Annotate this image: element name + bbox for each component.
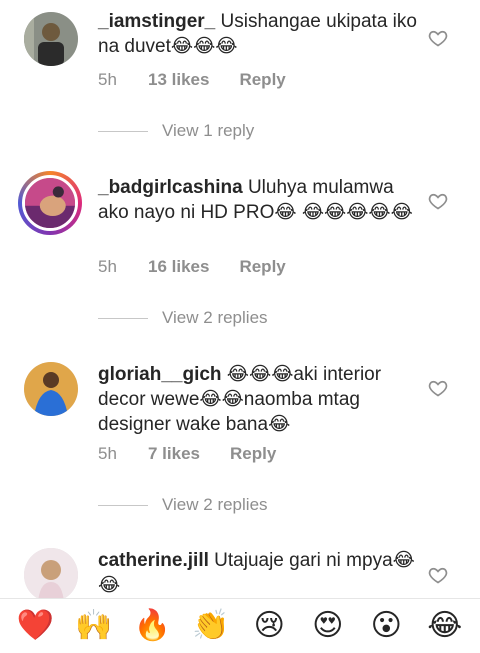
avatar-image [24, 548, 78, 598]
avatar[interactable] [24, 12, 78, 66]
clapping-hands-emoji-button[interactable]: 👏 [189, 604, 233, 648]
thread-line [98, 317, 148, 319]
comment-body: gloriah__gich 😂😂😂aki interior decor wewe… [98, 362, 418, 437]
view-replies-label: View 2 replies [162, 308, 268, 327]
like-heart-icon[interactable] [428, 565, 448, 585]
thread-line [98, 504, 148, 506]
avatar-image [25, 178, 75, 228]
like-heart-icon[interactable] [428, 378, 448, 398]
comment-body: catherine.jill Utajuaje gari ni mpya😂😂 [98, 548, 418, 598]
comment-time: 5h [98, 444, 117, 463]
comment-username[interactable]: _iamstinger_ [98, 11, 215, 32]
comment-username[interactable]: _badgirlcashina [98, 177, 243, 198]
view-replies[interactable]: View 2 replies [98, 308, 268, 328]
comment-meta: 5h 13 likes Reply [98, 70, 286, 90]
comment-likes[interactable]: 7 likes [148, 444, 200, 464]
reply-button[interactable]: Reply [230, 444, 276, 464]
comment-meta: 5h 16 likes Reply [98, 257, 286, 277]
comment-time: 5h [98, 70, 117, 89]
comment-body: _badgirlcashina Uluhya mulamwa ako nayo … [98, 175, 418, 225]
raising-hands-emoji-button[interactable]: 🙌 [72, 604, 116, 648]
comment-body: _iamstinger_ Usishangae ukipata iko na d… [98, 9, 418, 59]
like-heart-icon[interactable] [428, 191, 448, 211]
comment-meta: 5h 7 likes Reply [98, 444, 276, 464]
comments-list: _iamstinger_ Usishangae ukipata iko na d… [0, 0, 480, 598]
red-heart-emoji-button[interactable]: ❤️ [13, 604, 57, 648]
view-replies-label: View 1 reply [162, 121, 255, 140]
avatar[interactable] [24, 548, 78, 598]
avatar[interactable] [24, 362, 78, 416]
tears-of-joy-emoji-button[interactable]: 😂 [423, 604, 467, 648]
avatar-image [24, 12, 78, 66]
comment-likes[interactable]: 16 likes [148, 257, 209, 277]
reply-button[interactable]: Reply [239, 257, 285, 277]
quick-reactions-bar: ❤️ 🙌 🔥 👏 😢 😍 😮 😂 [0, 599, 480, 653]
view-replies-label: View 2 replies [162, 495, 268, 514]
reply-button[interactable]: Reply [239, 70, 285, 90]
like-heart-icon[interactable] [428, 28, 448, 48]
heart-eyes-emoji-button[interactable]: 😍 [306, 604, 350, 648]
view-replies[interactable]: View 2 replies [98, 495, 268, 515]
avatar-story-ring[interactable] [18, 171, 82, 235]
comment-username[interactable]: gloriah__gich [98, 364, 222, 385]
avatar-image [24, 362, 78, 416]
view-replies[interactable]: View 1 reply [98, 121, 254, 141]
comment-username[interactable]: catherine.jill [98, 550, 209, 571]
crying-face-emoji-button[interactable]: 😢 [247, 604, 291, 648]
comment-time: 5h [98, 257, 117, 276]
fire-emoji-button[interactable]: 🔥 [130, 604, 174, 648]
thread-line [98, 130, 148, 132]
surprised-face-emoji-button[interactable]: 😮 [364, 604, 408, 648]
comment-likes[interactable]: 13 likes [148, 70, 209, 90]
avatar [22, 175, 78, 231]
